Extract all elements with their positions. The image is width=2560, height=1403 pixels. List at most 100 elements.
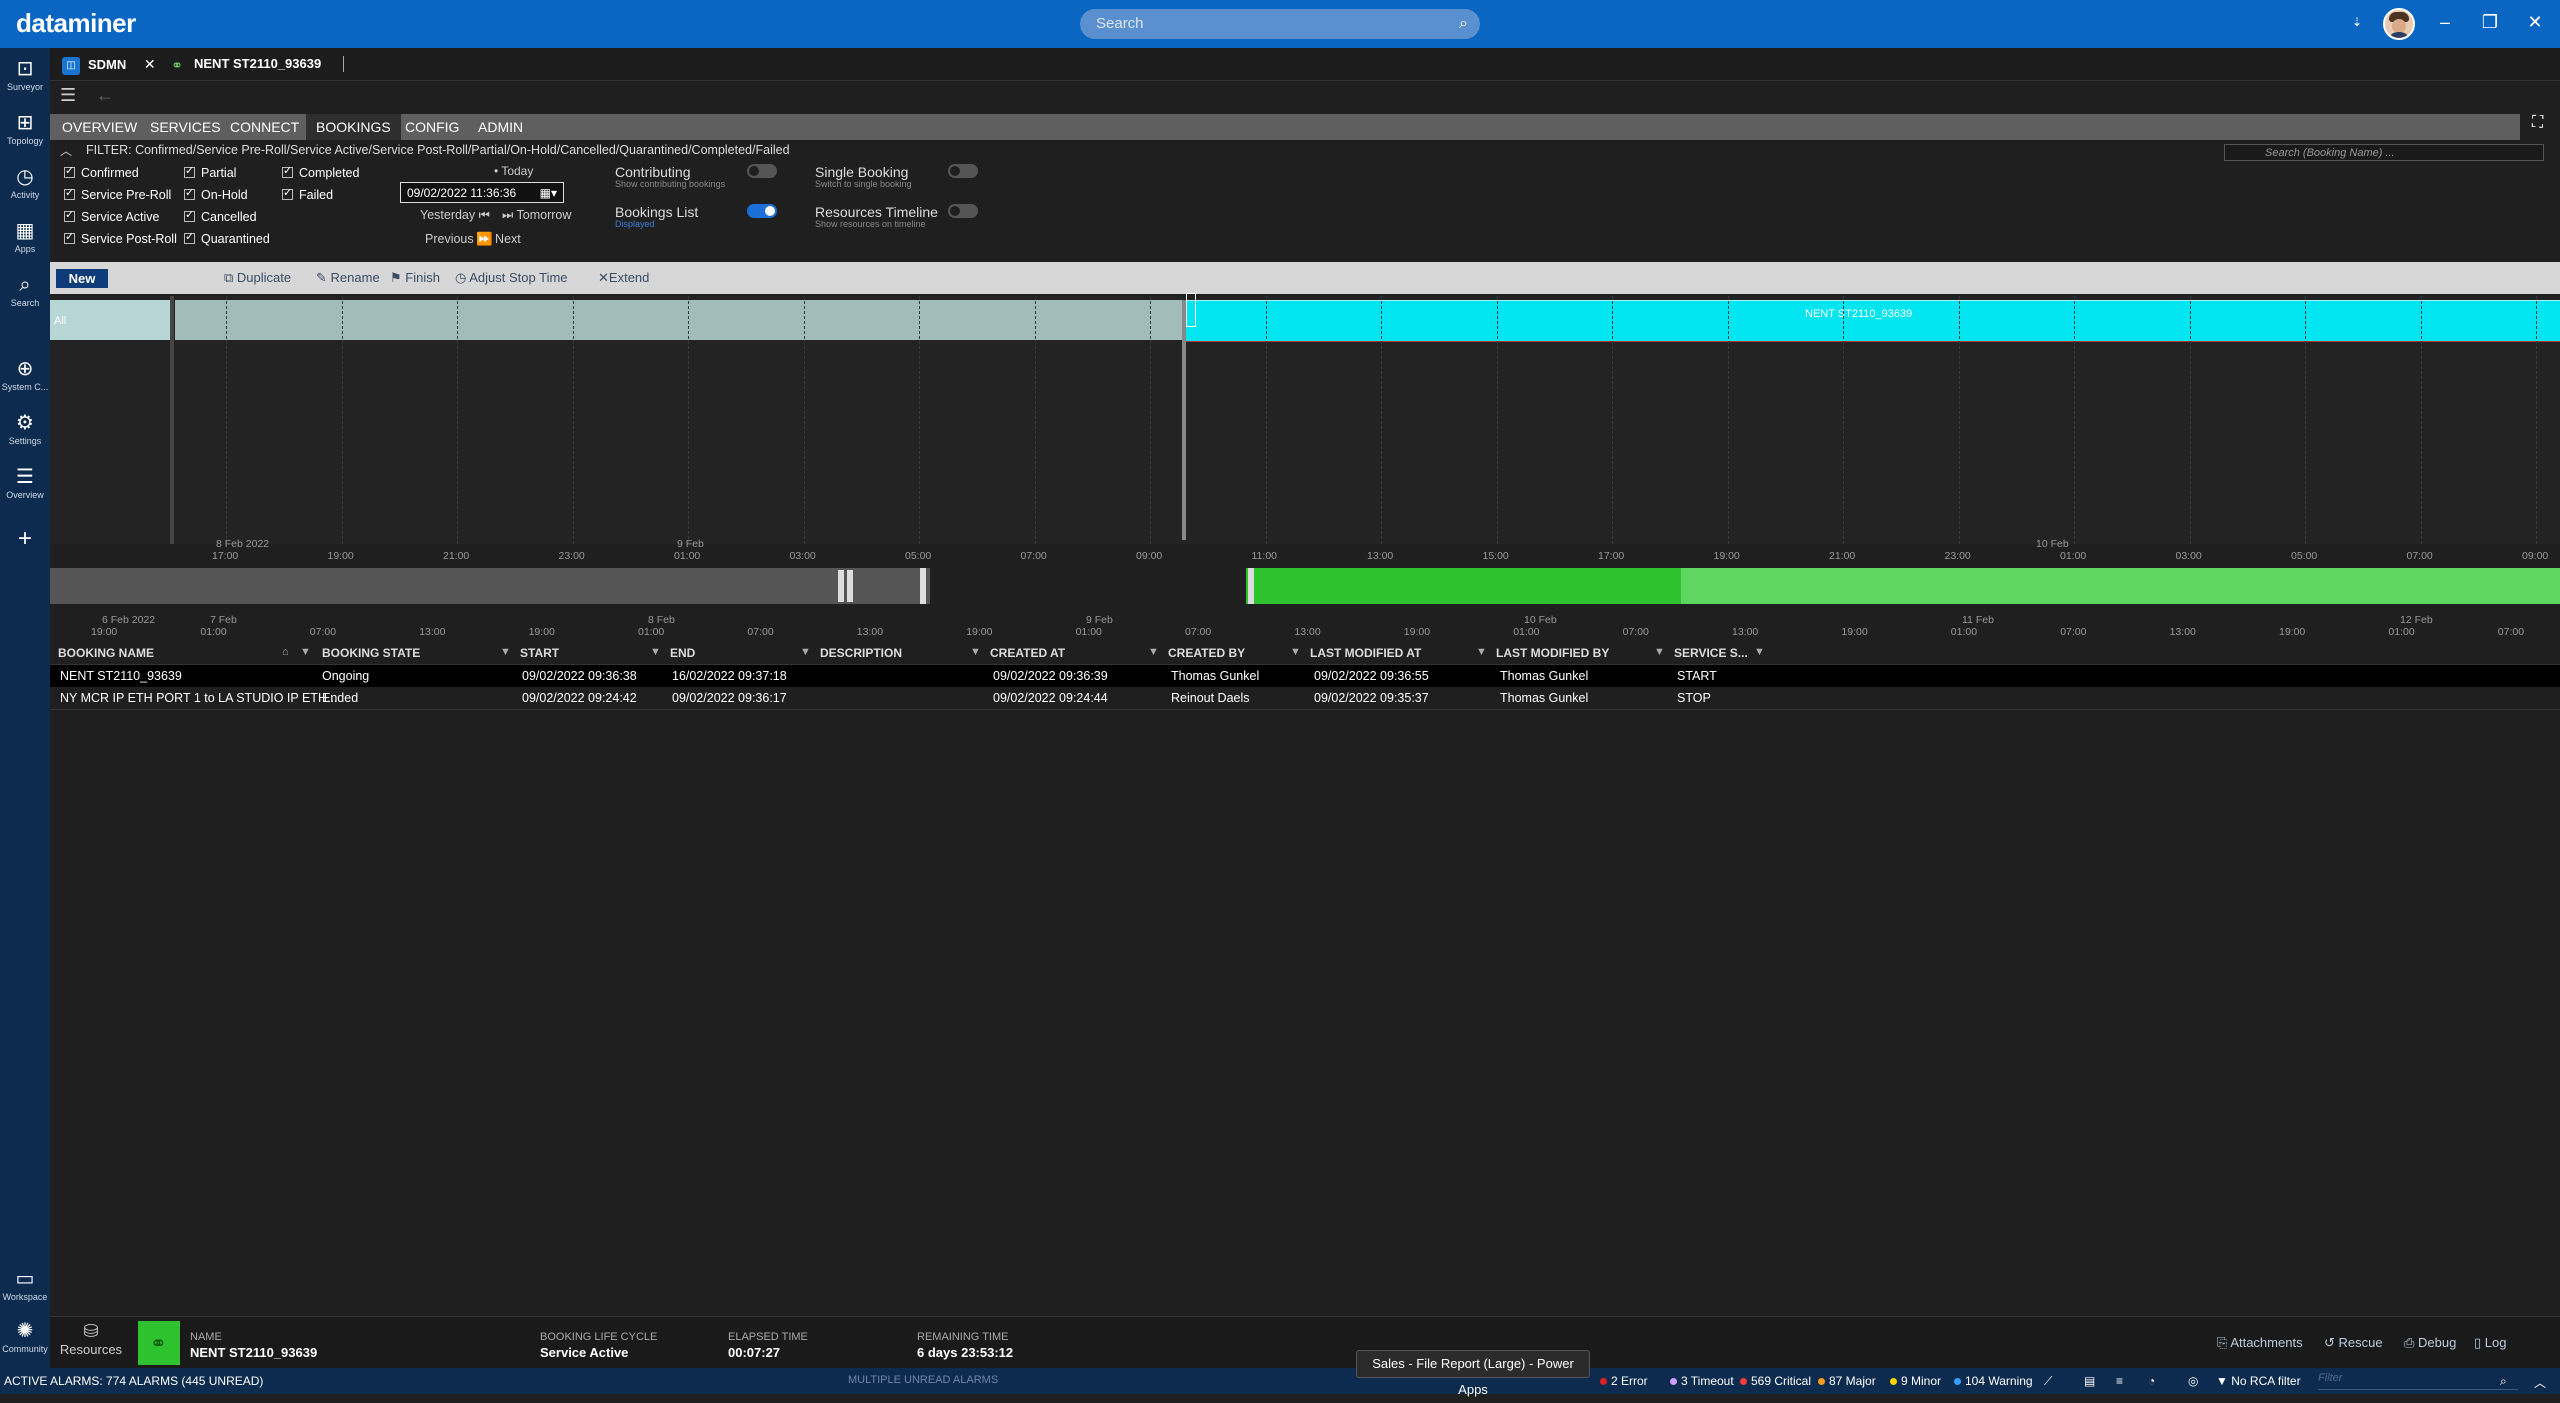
booking-bar-nent[interactable]: NENT ST2110_93639 <box>1185 300 2560 342</box>
minor-count[interactable]: 9 Minor <box>1890 1374 1941 1388</box>
nav-search[interactable]: ⌕ Search <box>0 274 50 308</box>
single-booking-toggle[interactable] <box>948 164 978 178</box>
checkbox-cancelled[interactable]: Cancelled <box>184 208 257 224</box>
status-filter-input[interactable]: Filter <box>2318 1372 2518 1390</box>
sort-asc-icon[interactable]: ⌂ <box>282 646 289 658</box>
resources-button[interactable]: ⛁ Resources <box>56 1321 126 1357</box>
filter-icon[interactable]: ▼ <box>1148 646 1159 658</box>
filter-icon[interactable]: ▼ <box>300 646 311 658</box>
navigator-range-handle[interactable] <box>920 568 926 604</box>
active-alarms-text[interactable]: ACTIVE ALARMS: 774 ALARMS (445 UNREAD) <box>4 1374 263 1388</box>
tab-sdmn[interactable]: ◫ SDMN ✕ <box>62 48 156 80</box>
sort-icon[interactable]: ≡ <box>2116 1374 2123 1388</box>
filter-icon[interactable]: ▼ <box>1754 646 1765 658</box>
close-window-icon[interactable]: ✕ <box>2520 12 2550 33</box>
table-row[interactable]: NENT ST2110_93639 Ongoing 09/02/2022 09:… <box>50 665 2560 687</box>
nav-community[interactable]: ✺ Community <box>0 1320 50 1354</box>
collapse-chevron-icon[interactable]: ︿ <box>60 142 72 159</box>
booking-timeline[interactable]: All NENT ST2110_93639 17:00 19:00 21:00 23:… <box>50 293 2560 638</box>
nav-add[interactable]: + <box>0 527 50 551</box>
nav-surveyor[interactable]: ⊡ Surveyor <box>0 58 50 92</box>
adjust-stop-time-button[interactable]: ◷ Adjust Stop Time <box>455 270 568 286</box>
calendar-icon[interactable]: ▦▾ <box>540 183 557 204</box>
contributing-toggle[interactable] <box>747 164 777 178</box>
rca-filter[interactable]: ▼ No RCA filter <box>2216 1374 2301 1388</box>
error-count[interactable]: 2 Error <box>1600 1374 1648 1388</box>
nav-overview[interactable]: ☰ Overview <box>0 466 50 500</box>
checkbox-failed[interactable]: Failed <box>282 186 333 202</box>
tab-admin[interactable]: ADMIN <box>468 114 533 140</box>
col-created-by[interactable]: CREATED BY <box>1168 646 1245 660</box>
tab-connect[interactable]: CONNECT <box>220 114 309 140</box>
restore-icon[interactable]: ❐ <box>2475 12 2505 33</box>
finish-button[interactable]: ⚑ Finish <box>390 270 440 286</box>
tab-overview[interactable]: OVERVIEW <box>52 114 147 140</box>
resources-timeline-toggle[interactable] <box>948 204 978 218</box>
checkbox-partial[interactable]: Partial <box>184 164 236 180</box>
col-booking-state[interactable]: BOOKING STATE <box>322 646 420 660</box>
back-arrow-icon[interactable]: ← <box>96 85 114 106</box>
checkbox-service-pre-roll[interactable]: Service Pre-Roll <box>64 186 171 202</box>
today-link[interactable]: • Today <box>494 164 533 178</box>
extend-button[interactable]: ✕Extend <box>598 270 649 286</box>
timeout-count[interactable]: 3 Timeout <box>1670 1374 1734 1388</box>
col-description[interactable]: DESCRIPTION <box>820 646 902 660</box>
tab-config[interactable]: CONFIG <box>395 114 469 140</box>
debug-button[interactable]: ⎙ Debug <box>2404 1335 2456 1351</box>
history-icon[interactable]: ◔ <box>2148 1374 2155 1388</box>
filter-icon[interactable]: ▼ <box>650 646 661 658</box>
rename-button[interactable]: ✎ Rename <box>316 270 380 286</box>
warning-count[interactable]: 104 Warning <box>1954 1374 2033 1388</box>
rescue-button[interactable]: ↺ Rescue <box>2324 1335 2383 1351</box>
nav-apps[interactable]: ▦ Apps <box>0 220 50 254</box>
fullscreen-icon[interactable]: ⛶ <box>2532 114 2543 132</box>
col-created-at[interactable]: CREATED AT <box>990 646 1065 660</box>
booking-search-input[interactable]: Search (Booking Name) ... <box>2224 144 2544 161</box>
search-icon[interactable]: ⌕ <box>1459 9 1468 39</box>
checkbox-service-post-roll[interactable]: Service Post-Roll <box>64 230 177 246</box>
bookings-list-toggle[interactable] <box>747 204 777 218</box>
nav-system-center[interactable]: ⊕ System C... <box>0 358 50 392</box>
date-picker[interactable]: 09/02/2022 11:36:36 ▦▾ <box>400 182 564 203</box>
hamburger-icon[interactable]: ☰ <box>60 85 76 106</box>
global-search-input[interactable]: Search ⌕ <box>1080 9 1480 39</box>
checkbox-service-active[interactable]: Service Active <box>64 208 160 224</box>
nav-activity[interactable]: ◷ Activity <box>0 166 50 200</box>
tomorrow-link[interactable]: ⏭ Tomorrow <box>502 208 571 223</box>
tab-bookings[interactable]: BOOKINGS <box>306 114 401 140</box>
navigator-range-handle-2[interactable] <box>1248 568 1254 604</box>
duplicate-button[interactable]: ⧉ Duplicate <box>224 270 291 286</box>
col-end[interactable]: END <box>670 646 695 660</box>
filter-icon[interactable]: ▼ <box>800 646 811 658</box>
critical-count[interactable]: 569 Critical <box>1740 1374 1811 1388</box>
minimize-icon[interactable]: – <box>2430 12 2460 33</box>
checkbox-quarantined[interactable]: Quarantined <box>184 230 270 246</box>
major-count[interactable]: 87 Major <box>1818 1374 1876 1388</box>
tab-nent-booking[interactable]: ⚭ NENT ST2110_93639 <box>168 48 321 80</box>
nav-settings[interactable]: ⚙ Settings <box>0 412 50 446</box>
filter-icon[interactable]: ▼ <box>500 646 511 658</box>
user-avatar[interactable] <box>2383 8 2415 40</box>
log-button[interactable]: ▯ Log <box>2474 1335 2506 1351</box>
yesterday-link[interactable]: Yesterday ⏮ <box>420 208 490 223</box>
close-tab-icon[interactable]: ✕ <box>144 56 156 72</box>
checkbox-confirmed[interactable]: Confirmed <box>64 164 139 180</box>
focus-icon[interactable]: ◎ <box>2188 1374 2198 1388</box>
col-start[interactable]: START <box>520 646 559 660</box>
chart-icon[interactable]: ⟋ <box>2044 1374 2052 1389</box>
filter-icon[interactable]: ▼ <box>970 646 981 658</box>
table-row[interactable]: NY MCR IP ETH PORT 1 to LA STUDIO IP ETH… <box>50 687 2560 710</box>
next-link[interactable]: ⏩ Next <box>476 232 521 247</box>
now-marker[interactable] <box>1182 300 1186 540</box>
new-button[interactable]: New <box>56 269 108 288</box>
col-last-modified-by[interactable]: LAST MODIFIED BY <box>1496 646 1609 660</box>
filter-icon[interactable]: ▼ <box>1476 646 1487 658</box>
row-splitter[interactable] <box>170 296 174 544</box>
col-booking-name[interactable]: BOOKING NAME <box>58 646 154 660</box>
col-last-modified-at[interactable]: LAST MODIFIED AT <box>1310 646 1421 660</box>
list-view-icon[interactable]: ▤ <box>2084 1374 2095 1388</box>
checkbox-on-hold[interactable]: On-Hold <box>184 186 248 202</box>
booking-resize-handle[interactable] <box>1186 293 1196 327</box>
col-service-state[interactable]: SERVICE S... <box>1674 646 1748 660</box>
filter-icon[interactable]: ▼ <box>1290 646 1301 658</box>
